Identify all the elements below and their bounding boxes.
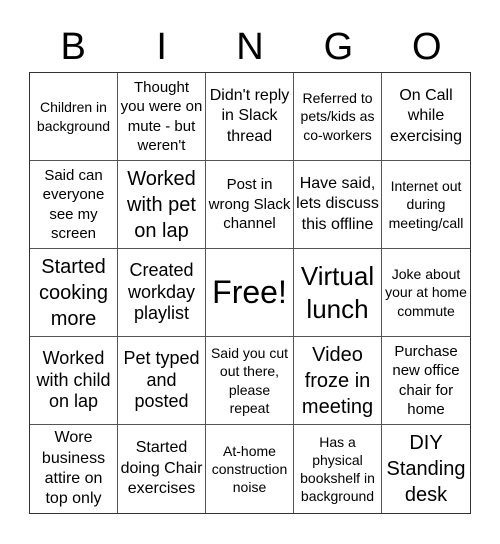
bingo-cell[interactable]: Purchase new office chair for home	[382, 337, 470, 425]
bingo-cell[interactable]: Post in wrong Slack channel	[206, 161, 294, 249]
header-letter-b: B	[60, 26, 86, 68]
bingo-cell[interactable]: Thought you were on mute - but weren't	[118, 73, 206, 161]
bingo-cell[interactable]: At-home construction noise	[206, 425, 294, 513]
bingo-cell[interactable]: Worked with pet on lap	[118, 161, 206, 249]
bingo-cell[interactable]: Wore business attire on top only	[30, 425, 118, 513]
bingo-cell[interactable]: Internet out during meeting/call	[382, 161, 470, 249]
bingo-cell[interactable]: Virtual lunch	[294, 249, 382, 337]
header-letter-o: O	[412, 26, 442, 68]
bingo-cell[interactable]: Video froze in meeting	[294, 337, 382, 425]
bingo-cell[interactable]: Said you cut out there, please repeat	[206, 337, 294, 425]
bingo-cell[interactable]: On Call while exercising	[382, 73, 470, 161]
header-letter-n: N	[236, 26, 264, 68]
bingo-cell[interactable]: Created workday playlist	[118, 249, 206, 337]
bingo-cell[interactable]: DIY Standing desk	[382, 425, 470, 513]
bingo-cell[interactable]: Referred to pets/kids as co-workers	[294, 73, 382, 161]
bingo-cell[interactable]: Started doing Chair exercises	[118, 425, 206, 513]
bingo-cell[interactable]: Has a physical bookshelf in background	[294, 425, 382, 513]
bingo-board: Children in background Thought you were …	[29, 72, 471, 514]
header-letter-g: G	[323, 26, 354, 68]
free-space[interactable]: Free!	[206, 249, 294, 337]
bingo-cell[interactable]: Didn't reply in Slack thread	[206, 73, 294, 161]
bingo-cell[interactable]: Worked with child on lap	[30, 337, 118, 425]
header-letter-i: I	[156, 26, 167, 68]
bingo-header: B I N G O	[29, 22, 471, 72]
bingo-cell[interactable]: Children in background	[30, 73, 118, 161]
bingo-cell[interactable]: Started cooking more	[30, 249, 118, 337]
bingo-cell[interactable]: Joke about your at home commute	[382, 249, 470, 337]
bingo-cell[interactable]: Said can everyone see my screen	[30, 161, 118, 249]
bingo-cell[interactable]: Pet typed and posted	[118, 337, 206, 425]
bingo-cell[interactable]: Have said, lets discuss this offline	[294, 161, 382, 249]
